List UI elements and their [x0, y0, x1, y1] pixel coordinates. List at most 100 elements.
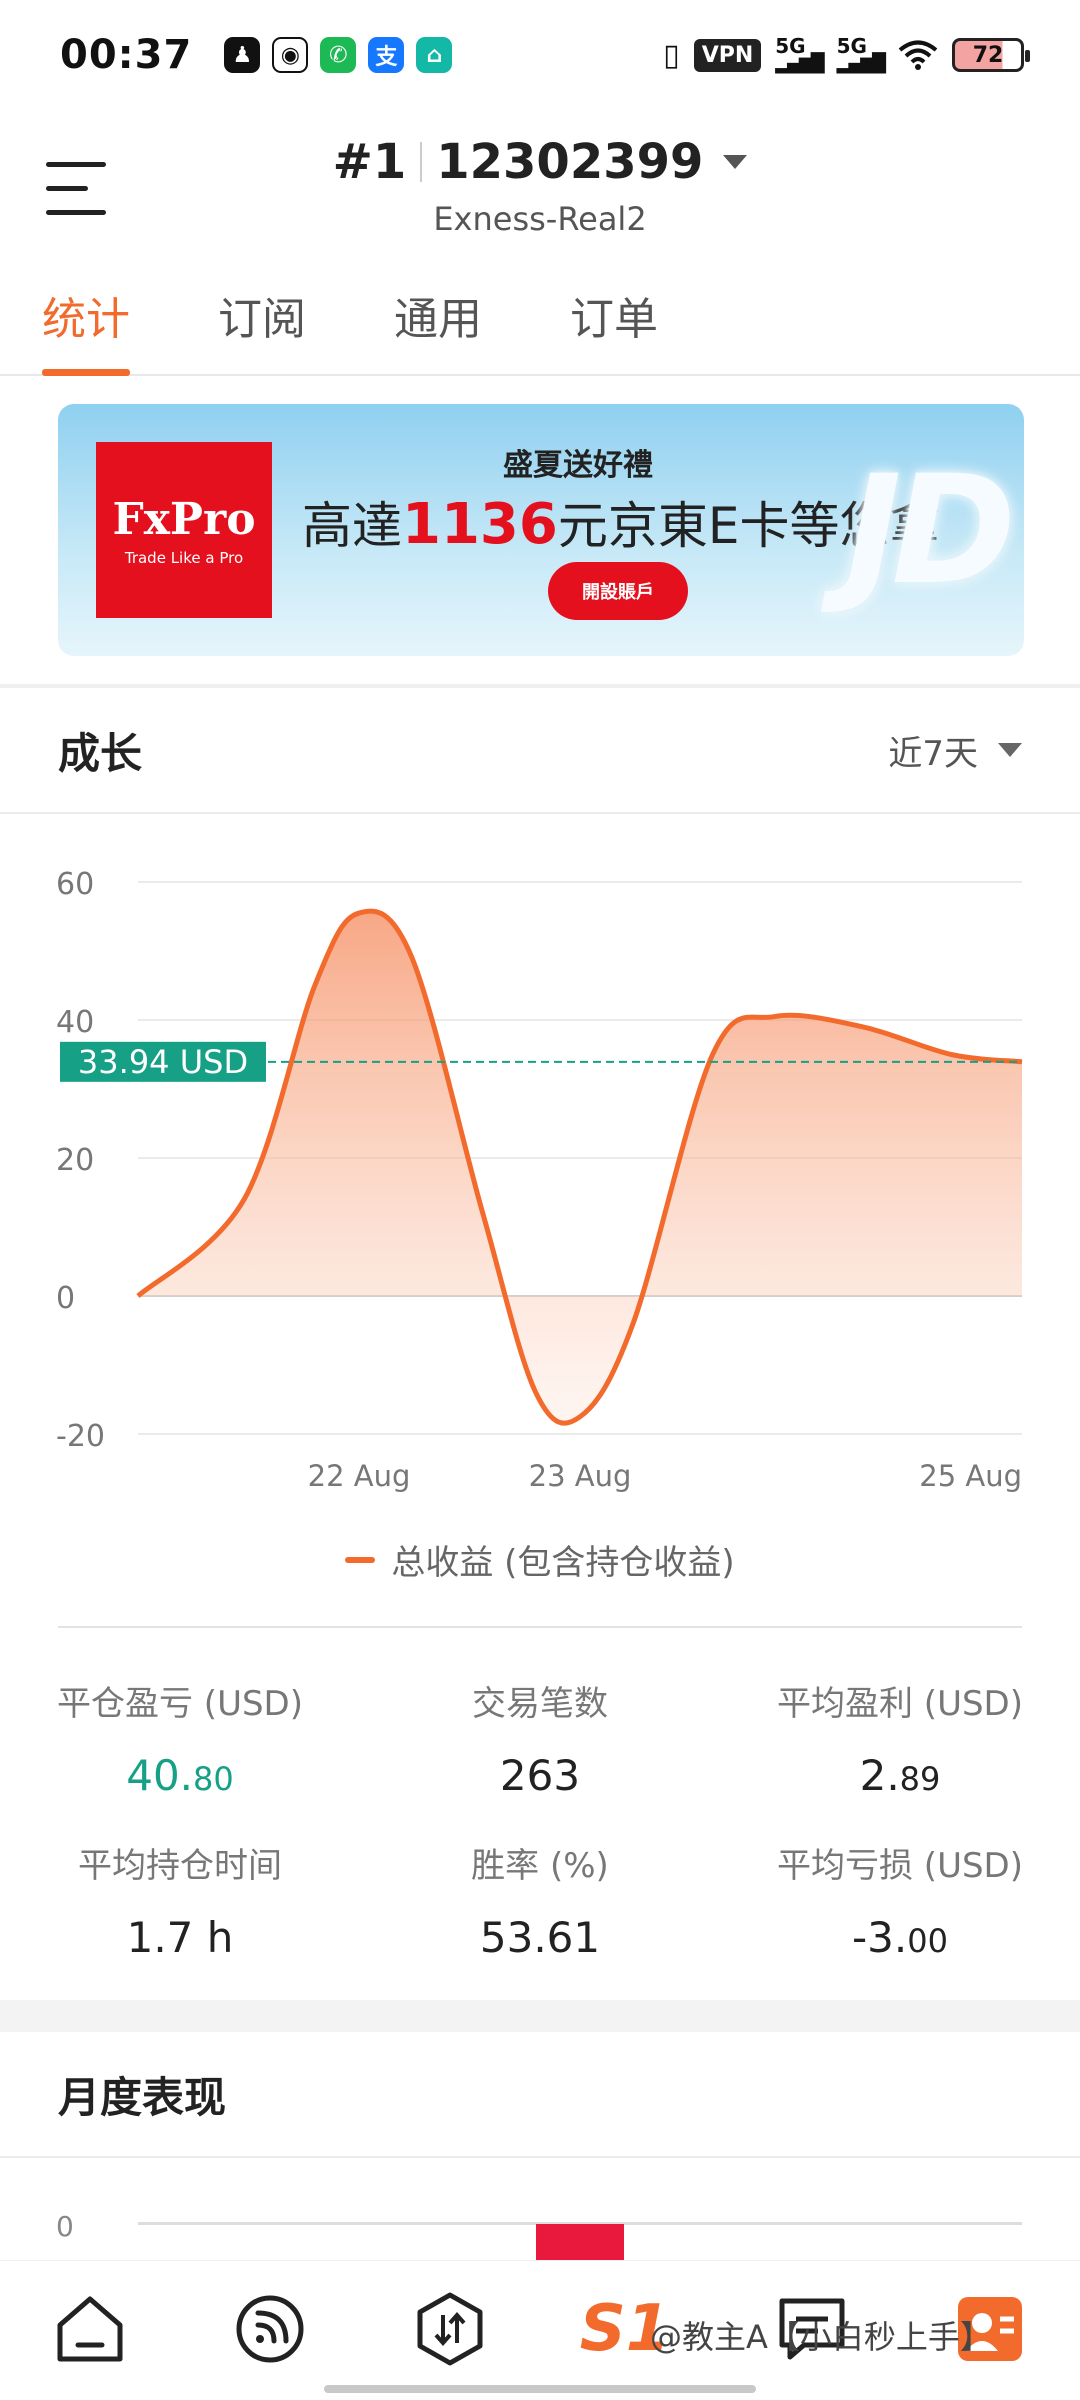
stat-value-int: 40. — [126, 1751, 194, 1800]
y-tick-label: -20 — [56, 1419, 105, 1454]
tab-general[interactable]: 通用 — [394, 280, 482, 376]
divider — [58, 1626, 1022, 1628]
stat-value-int: 2. — [859, 1751, 900, 1800]
stat-label: 平仓盈亏 (USD) — [57, 1684, 303, 1724]
status-left: 00:37 ♟ ◉ ✆ 支 ⌂ — [60, 32, 453, 78]
vibrate-icon: ▯ — [663, 37, 680, 73]
reference-label: 33.94 USD — [78, 1043, 248, 1081]
promo-banner[interactable]: FxPro Trade Like a Pro 盛夏送好禮 高達1136元京東E卡… — [58, 404, 1024, 656]
stat-value-dec: 00 — [907, 1922, 948, 1960]
section-gap — [0, 2000, 1080, 2032]
open-account-button[interactable]: 開設賬戶 — [548, 562, 688, 620]
stat-value-dec: 80 — [193, 1760, 234, 1798]
trade-icon[interactable] — [408, 2287, 492, 2371]
vpn-badge: VPN — [693, 38, 762, 72]
range-dropdown[interactable]: 近7天 — [888, 726, 1022, 775]
series-fill — [138, 911, 1022, 1424]
x-axis: 22 Aug 23 Aug 25 Aug — [308, 1459, 1022, 1493]
notification-icons: ♟ ◉ ✆ 支 ⌂ — [224, 37, 453, 73]
stat-avg-hold-time: 平均持仓时间 1.7 h — [0, 1838, 360, 1962]
separator — [420, 142, 423, 182]
stat-value-int: 53.61 — [479, 1913, 601, 1962]
brand-name: FxPro — [112, 493, 256, 545]
stat-win-rate: 胜率 (%) 53.61 — [360, 1838, 720, 1962]
status-bar: 00:37 ♟ ◉ ✆ 支 ⌂ ▯ VPN 5G ▂▄▆█ 5G ▂▄▆█ 72 — [0, 0, 1080, 110]
legend-swatch — [345, 1556, 376, 1563]
wifi-icon — [898, 40, 938, 70]
y-tick-label: 20 — [56, 1143, 94, 1178]
alipay-icon: 支 — [368, 37, 405, 73]
account-rank: #1 — [332, 134, 407, 190]
promo-prefix: 高達 — [302, 497, 402, 555]
feed-icon[interactable] — [228, 2287, 312, 2371]
battery-level: 72 — [972, 42, 1004, 68]
stat-value: 263 — [360, 1751, 720, 1800]
stat-value-int: -3. — [852, 1913, 908, 1962]
signal-strength-icon-1: 5G ▂▄▆█ — [775, 34, 824, 74]
status-right: ▯ VPN 5G ▂▄▆█ 5G ▂▄▆█ 72 — [663, 34, 1030, 74]
series-area — [136, 908, 1023, 1426]
growth-chart-svg: 60 40 20 0 -20 33.94 USD 22 Aug 23 Aug 25 Aug — [56, 867, 1023, 1493]
stat-value: 40.80 — [0, 1751, 360, 1800]
fxpro-logo: FxPro Trade Like a Pro — [96, 442, 272, 618]
monthly-chart: 0 — [0, 2160, 1080, 2260]
chevron-down-icon — [723, 155, 748, 169]
battery-icon: 72 — [952, 38, 1030, 72]
app-notif-icon: ◉ — [272, 37, 309, 73]
growth-header: 成长 近7天 — [0, 688, 1080, 814]
stat-label: 交易笔数 — [472, 1684, 608, 1724]
home-indicator[interactable] — [324, 2385, 756, 2393]
tab-subscription[interactable]: 订阅 — [218, 280, 306, 376]
stat-avg-loss: 平均亏损 (USD) -3.00 — [720, 1838, 1080, 1962]
stat-avg-profit: 平均盈利 (USD) 2.89 — [720, 1676, 1080, 1800]
stat-label: 平均盈利 (USD) — [777, 1684, 1023, 1724]
stat-value: 1.7 h — [0, 1913, 360, 1962]
stat-value: 53.61 — [360, 1913, 720, 1962]
x-tick-label: 25 Aug — [919, 1459, 1022, 1493]
stat-trade-count: 交易笔数 263 — [360, 1676, 720, 1800]
status-time: 00:37 — [60, 32, 193, 78]
stat-value: -3.00 — [720, 1913, 1080, 1962]
stat-closed-pnl: 平仓盈亏 (USD) 40.80 — [0, 1676, 360, 1800]
y-axis: 60 40 20 0 -20 — [56, 867, 105, 1454]
account-number: 12302399 — [436, 134, 704, 190]
legend-label: 总收益 (包含持仓收益) — [391, 1543, 735, 1583]
brand-tagline: Trade Like a Pro — [124, 548, 244, 567]
signal-strength-icon-2: 5G ▂▄▆█ — [836, 34, 886, 74]
tab-orders[interactable]: 订单 — [570, 280, 658, 376]
range-label: 近7天 — [888, 733, 978, 774]
promo-amount: 1136 — [402, 492, 558, 557]
monthly-zero-label: 0 — [56, 2210, 74, 2243]
watermark: @教主A【小白秒上手】 — [650, 2318, 992, 2356]
promo-subtitle: 盛夏送好禮 — [503, 448, 653, 483]
stat-label: 平均持仓时间 — [78, 1846, 282, 1886]
tab-bar: 统计 订阅 通用 订单 — [0, 280, 1080, 376]
app-header: #1 12302399 Exness-Real2 — [0, 120, 1080, 260]
tab-statistics[interactable]: 统计 — [42, 280, 130, 376]
jd-cloud-logo: JD — [845, 444, 1016, 618]
x-tick-label: 23 Aug — [529, 1459, 632, 1493]
promo-headline: 高達1136元京東E卡等您拿 — [302, 486, 939, 558]
chevron-down-icon — [998, 743, 1022, 757]
home-app-icon: ⌂ — [416, 37, 453, 73]
monthly-title: 月度表现 — [58, 2072, 227, 2122]
stat-label: 胜率 (%) — [471, 1846, 609, 1886]
growth-title: 成长 — [58, 728, 143, 778]
stat-label: 平均亏损 (USD) — [777, 1846, 1023, 1886]
growth-chart: 60 40 20 0 -20 33.94 USD 22 Aug 23 Aug 25 Aug — [0, 820, 1080, 1600]
stat-value: 2.89 — [720, 1751, 1080, 1800]
account-server: Exness-Real2 — [433, 200, 647, 238]
y-tick-label: 40 — [56, 1005, 94, 1040]
account-selector[interactable]: #1 12302399 Exness-Real2 — [0, 134, 1080, 238]
x-tick-label: 22 Aug — [308, 1459, 411, 1493]
monthly-header: 月度表现 — [0, 2032, 1080, 2158]
monthly-bar — [536, 2224, 624, 2260]
stat-value-int: 263 — [499, 1751, 581, 1800]
y-tick-label: 60 — [56, 867, 94, 902]
home-icon[interactable] — [48, 2287, 132, 2371]
phone-app-icon: ✆ — [320, 37, 357, 73]
stat-value-dec: 89 — [899, 1760, 941, 1798]
qq-icon: ♟ — [224, 37, 261, 73]
stat-value-int: 1.7 h — [126, 1913, 234, 1962]
chart-legend: 总收益 (包含持仓收益) — [0, 1535, 1080, 1584]
